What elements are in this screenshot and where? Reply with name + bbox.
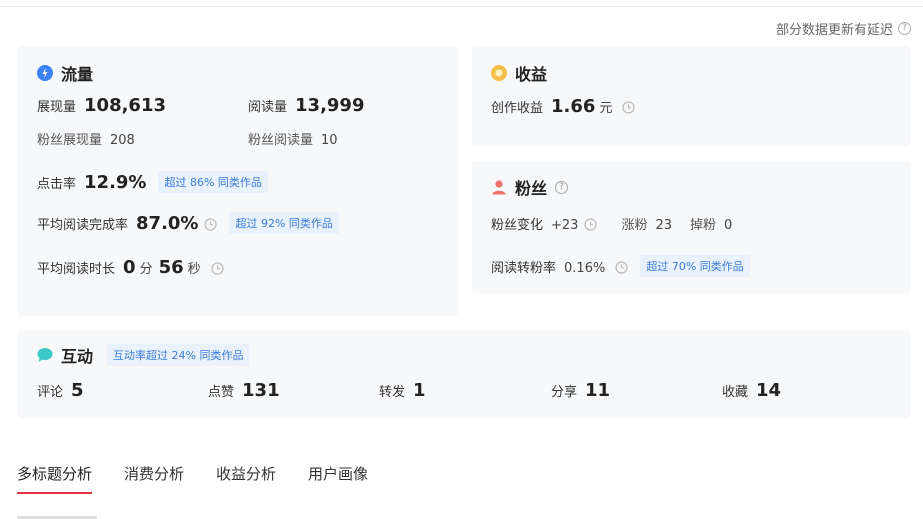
interaction-item-label: 分享 <box>551 385 578 400</box>
fans-gain-value: 23 <box>655 218 673 233</box>
notice-text: 部分数据更新有延迟 <box>775 23 893 38</box>
creation-income-value: 1.66 <box>551 96 596 117</box>
user-icon <box>491 179 507 195</box>
traffic-card: 流量 展现量 108,613 阅读量 13,999 粉丝展现量 208 粉丝阅读… <box>17 46 458 316</box>
fans-change-value: +23 <box>551 218 579 233</box>
fans-card: 粉丝 ? 粉丝变化 +23 涨粉 23 掉粉 0 阅读转粉率 0.16% 超过 … <box>472 161 911 293</box>
clock-icon[interactable] <box>615 261 628 274</box>
interaction-item-value: 14 <box>756 380 782 401</box>
interaction-item: 转发 1 <box>379 380 426 401</box>
reads-row: 阅读量 13,999 <box>248 95 364 116</box>
creation-income-unit: 元 <box>599 101 613 116</box>
interaction-item-label: 转发 <box>379 385 406 400</box>
fan-reads-row: 粉丝阅读量 10 <box>248 129 338 148</box>
creation-income-row: 创作收益 1.66 元 <box>491 96 636 117</box>
interaction-item: 分享 11 <box>551 380 610 401</box>
interaction-badge: 互动率超过 24% 同类作品 <box>107 344 250 366</box>
impressions-label: 展现量 <box>37 100 77 115</box>
duration-seconds-unit: 秒 <box>187 262 201 277</box>
tab-consumption-analysis[interactable]: 消费分析 <box>124 463 184 494</box>
clock-icon[interactable] <box>211 262 224 275</box>
completion-value: 87.0% <box>136 213 199 234</box>
conversion-label: 阅读转粉率 <box>491 261 557 276</box>
conversion-row: 阅读转粉率 0.16% 超过 70% 同类作品 <box>491 255 750 279</box>
cut-off-section-heading <box>17 512 97 519</box>
traffic-title: 流量 <box>37 61 93 85</box>
traffic-flame-icon <box>37 65 53 81</box>
ctr-label: 点击率 <box>37 177 77 192</box>
duration-minutes: 0 <box>123 257 136 278</box>
data-delay-notice: 部分数据更新有延迟 ? <box>776 19 911 38</box>
coin-icon <box>491 65 507 81</box>
fans-gain-label: 涨粉 <box>621 218 648 233</box>
interaction-title: 互动 互动率超过 24% 同类作品 <box>37 343 250 367</box>
fan-impressions-row: 粉丝展现量 208 <box>37 129 135 148</box>
tab-multi-title-analysis[interactable]: 多标题分析 <box>17 463 93 494</box>
conversion-value: 0.16% <box>564 261 606 276</box>
conversion-badge: 超过 70% 同类作品 <box>640 255 750 277</box>
duration-seconds: 56 <box>158 257 184 278</box>
interaction-item-label: 点赞 <box>208 385 235 400</box>
interaction-item-value: 1 <box>413 380 426 401</box>
ctr-badge: 超过 86% 同类作品 <box>158 171 268 193</box>
tab-user-profile[interactable]: 用户画像 <box>308 463 368 494</box>
ctr-row: 点击率 12.9% 超过 86% 同类作品 <box>37 171 268 195</box>
fans-loss-label: 掉粉 <box>690 218 717 233</box>
income-title-text: 收益 <box>515 65 548 84</box>
clock-icon[interactable] <box>622 101 636 114</box>
fans-title: 粉丝 ? <box>491 175 569 199</box>
tab-income-analysis[interactable]: 收益分析 <box>216 463 276 494</box>
completion-label: 平均阅读完成率 <box>37 218 129 233</box>
help-icon[interactable]: ? <box>898 22 911 35</box>
fan-reads-label: 粉丝阅读量 <box>248 133 314 148</box>
interaction-item-value: 11 <box>585 380 611 401</box>
fan-reads-value: 10 <box>321 133 338 148</box>
creation-income-label: 创作收益 <box>491 101 544 116</box>
duration-minutes-unit: 分 <box>139 262 153 277</box>
completion-badge: 超过 92% 同类作品 <box>229 212 339 234</box>
reads-value: 13,999 <box>295 95 365 116</box>
interaction-item: 评论 5 <box>37 380 84 401</box>
interaction-item-value: 131 <box>242 380 280 401</box>
ctr-value: 12.9% <box>84 172 147 193</box>
analysis-tabs: 多标题分析 消费分析 收益分析 用户画像 <box>17 463 368 494</box>
impressions-row: 展现量 108,613 <box>37 95 166 116</box>
duration-row: 平均阅读时长 0 分 56 秒 <box>37 257 224 278</box>
duration-label: 平均阅读时长 <box>37 262 116 277</box>
income-title: 收益 <box>491 61 547 85</box>
top-divider <box>0 6 923 7</box>
traffic-title-text: 流量 <box>61 65 94 84</box>
fan-impressions-label: 粉丝展现量 <box>37 133 103 148</box>
fans-change-label: 粉丝变化 <box>491 218 544 233</box>
completion-row: 平均阅读完成率 87.0% 超过 92% 同类作品 <box>37 212 339 236</box>
interaction-item-label: 收藏 <box>722 385 749 400</box>
reads-label: 阅读量 <box>248 100 288 115</box>
interaction-item: 收藏 14 <box>722 380 781 401</box>
interaction-item-label: 评论 <box>37 385 64 400</box>
fans-change-row: 粉丝变化 +23 涨粉 23 掉粉 0 <box>491 214 732 233</box>
fans-title-text: 粉丝 <box>515 179 548 198</box>
income-card: 收益 创作收益 1.66 元 <box>472 46 911 147</box>
interaction-card: 互动 互动率超过 24% 同类作品 评论 5 点赞 131 转发 1 分享 11… <box>17 331 911 419</box>
chat-bubble-icon <box>37 347 53 363</box>
fan-impressions-value: 208 <box>110 133 135 148</box>
interaction-item: 点赞 131 <box>208 380 280 401</box>
fans-loss-value: 0 <box>724 218 733 233</box>
help-icon[interactable]: ? <box>555 180 569 194</box>
clock-icon[interactable] <box>584 218 598 231</box>
interaction-item-value: 5 <box>71 380 84 401</box>
impressions-value: 108,613 <box>84 95 166 116</box>
clock-icon[interactable] <box>204 218 218 231</box>
interaction-title-text: 互动 <box>61 347 94 366</box>
